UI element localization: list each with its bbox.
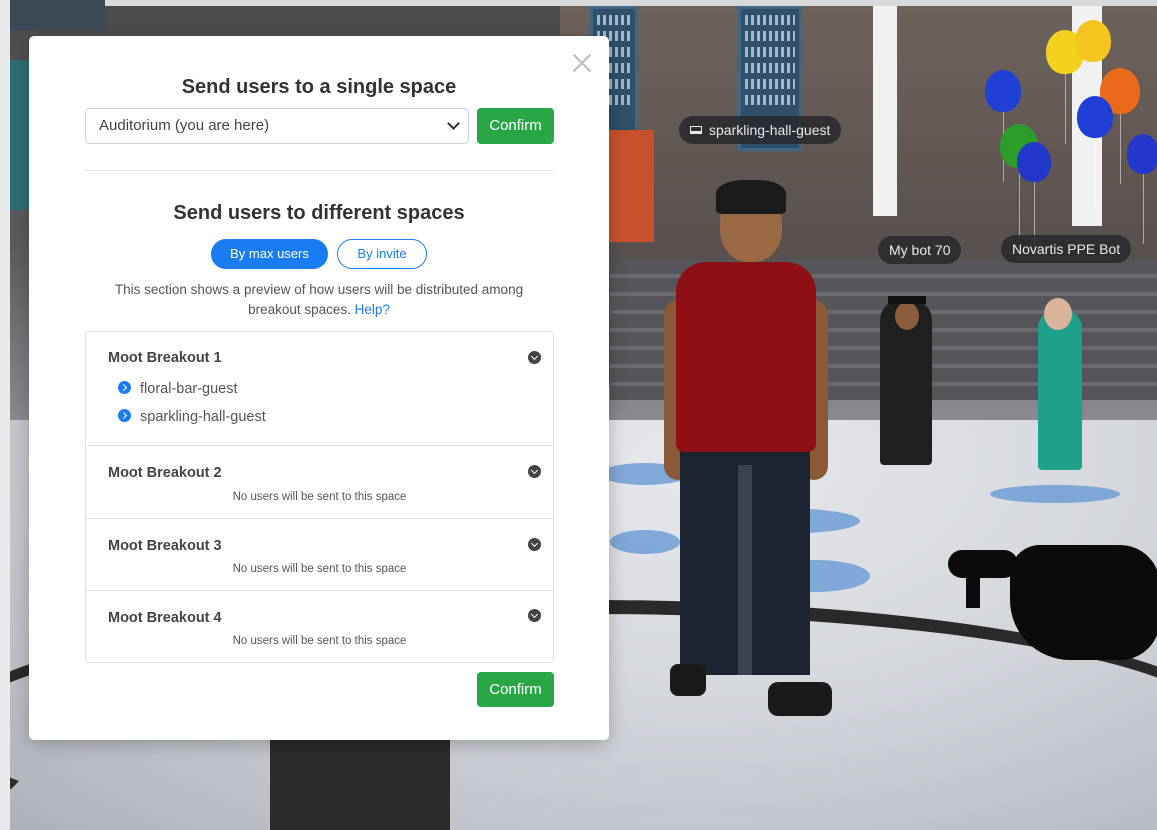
user-name: floral-bar-guest xyxy=(140,381,238,397)
space-select-value: Auditorium (you are here) xyxy=(99,117,270,134)
balloon xyxy=(985,70,1021,182)
nametag-label: sparkling-hall-guest xyxy=(709,122,831,138)
breakout-title: Moot Breakout 3 xyxy=(108,538,222,554)
main-avatar-shoe xyxy=(768,682,832,716)
laptop-icon xyxy=(690,126,702,134)
different-spaces-heading: Send users to different spaces xyxy=(173,202,465,224)
breakout-item[interactable]: Moot Breakout 4 No users will be sent to… xyxy=(86,591,553,663)
graduation-cap xyxy=(888,296,926,304)
arrow-right-circle-icon xyxy=(118,381,131,394)
confirm-breakout-button[interactable]: Confirm xyxy=(477,672,554,707)
balloon xyxy=(1127,134,1157,244)
space-select[interactable]: Auditorium (you are here) xyxy=(85,108,469,144)
single-space-heading: Send users to a single space xyxy=(181,76,457,98)
main-avatar[interactable] xyxy=(676,262,816,452)
help-link[interactable]: Help? xyxy=(355,302,390,317)
floor-spot xyxy=(990,485,1120,503)
chevron-down-icon[interactable] xyxy=(528,351,541,364)
doctor-avatar[interactable] xyxy=(1038,310,1082,470)
chevron-down-icon[interactable] xyxy=(528,538,541,551)
balloon xyxy=(1077,96,1113,208)
nametag-sparkling-hall-guest: sparkling-hall-guest xyxy=(679,116,842,144)
balloon xyxy=(1075,20,1111,132)
divider xyxy=(85,170,553,171)
empty-space-note: No users will be sent to this space xyxy=(232,635,407,647)
chevron-down-icon[interactable] xyxy=(528,609,541,622)
breakout-item[interactable]: Moot Breakout 3 No users will be sent to… xyxy=(86,519,553,591)
vr-headset xyxy=(1010,545,1157,660)
empty-space-note: No users will be sent to this space xyxy=(232,491,407,503)
doctor-avatar-head xyxy=(1044,298,1072,330)
main-avatar-hair xyxy=(716,180,786,214)
wall-screen xyxy=(10,0,105,30)
close-icon[interactable] xyxy=(569,50,595,76)
breakout-item[interactable]: Moot Breakout 1 floral-bar-guest sparkli… xyxy=(86,332,553,446)
tab-by-max-users[interactable]: By max users xyxy=(211,239,328,269)
distribution-description: This section shows a preview of how user… xyxy=(89,280,549,320)
foreground-avatar xyxy=(270,735,450,830)
main-avatar-legs xyxy=(680,445,810,675)
nametag-my-bot-70: My bot 70 xyxy=(878,236,962,264)
breakout-title: Moot Breakout 1 xyxy=(108,350,222,366)
chevron-down-icon xyxy=(447,117,460,130)
chevron-down-icon[interactable] xyxy=(528,465,541,478)
vr-controller xyxy=(966,560,980,608)
empty-space-note: No users will be sent to this space xyxy=(232,563,407,575)
graduate-avatar-head xyxy=(895,302,919,330)
send-users-modal: Send users to a single space Auditorium … xyxy=(29,36,609,740)
description-text: This section shows a preview of how user… xyxy=(114,282,524,317)
nametag-novartis-ppe-bot: Novartis PPE Bot xyxy=(1001,235,1132,263)
vr-controller xyxy=(948,550,1018,578)
scene-edge xyxy=(10,0,1157,6)
breakout-user: floral-bar-guest xyxy=(118,381,238,397)
balloon xyxy=(1017,142,1051,252)
arrow-right-circle-icon xyxy=(118,409,131,422)
breakout-user: sparkling-hall-guest xyxy=(118,409,266,425)
floor-spot xyxy=(610,530,680,554)
pillar xyxy=(873,6,897,216)
tab-by-invite[interactable]: By invite xyxy=(337,239,427,269)
user-name: sparkling-hall-guest xyxy=(140,409,266,425)
breakout-list: Moot Breakout 1 floral-bar-guest sparkli… xyxy=(85,331,554,663)
breakout-item[interactable]: Moot Breakout 2 No users will be sent to… xyxy=(86,446,553,519)
main-avatar-shoe xyxy=(670,664,706,696)
orange-panel xyxy=(608,130,654,242)
scene-edge xyxy=(0,0,10,830)
breakout-title: Moot Breakout 4 xyxy=(108,610,222,626)
breakout-title: Moot Breakout 2 xyxy=(108,465,222,481)
confirm-single-space-button[interactable]: Confirm xyxy=(477,108,554,144)
